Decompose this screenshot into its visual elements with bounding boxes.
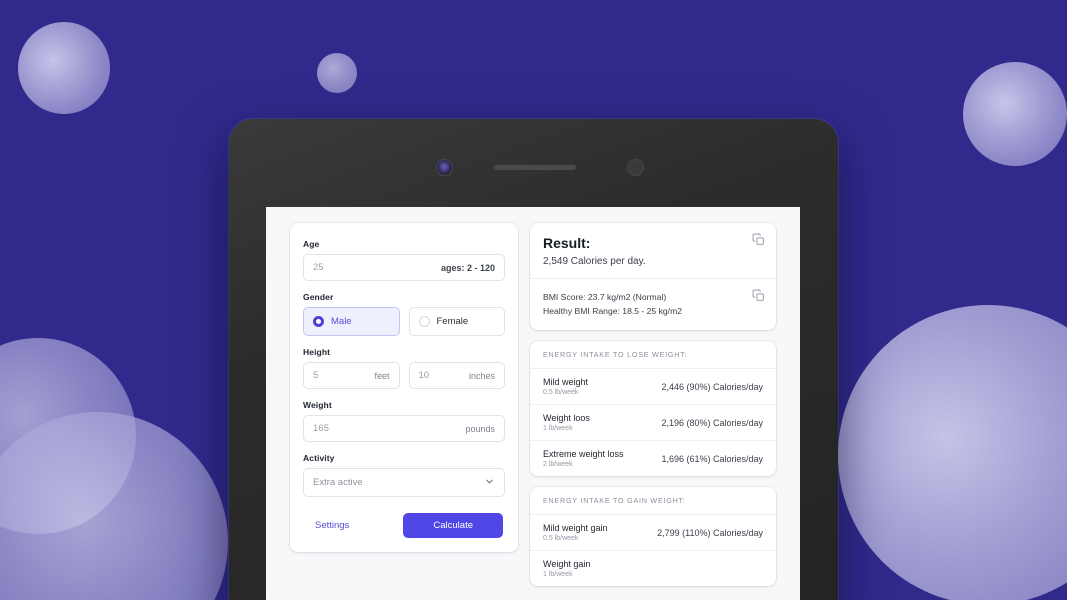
height-feet-value: 5 <box>313 370 319 381</box>
row-rate: 0.5 lb/week <box>543 389 579 397</box>
form-actions: Settings Calculate <box>303 513 505 538</box>
gender-label: Gender <box>303 292 334 302</box>
age-input[interactable]: 25 ages: 2 - 120 <box>303 254 505 281</box>
gender-field-group: Gender Male Female <box>303 292 505 336</box>
decorative-sphere <box>963 62 1067 166</box>
row-labels: Weight loos 1 lb/week <box>543 413 590 432</box>
gender-option-male[interactable]: Male <box>303 307 400 336</box>
weight-input[interactable]: 165 pounds <box>303 415 505 442</box>
table-row: Mild weight gain 0.5 lb/week 2,799 (110%… <box>530 515 776 552</box>
decorative-sphere <box>18 22 110 114</box>
result-bmi-block: BMI Score: 23.7 kg/m2 (Normal) Healthy B… <box>530 279 776 330</box>
table-row: Weight loos 1 lb/week 2,196 (80%) Calori… <box>530 405 776 442</box>
weight-value: 165 <box>313 423 329 434</box>
gender-option-female-label: Female <box>436 316 469 327</box>
calculate-button[interactable]: Calculate <box>403 513 503 538</box>
speaker-grille-icon <box>494 165 576 170</box>
calorie-calculator-app: Age 25 ages: 2 - 120 Gender Male Female … <box>266 207 800 600</box>
result-title: Result: <box>543 235 591 251</box>
input-form-column: Age 25 ages: 2 - 120 Gender Male Female … <box>290 223 518 600</box>
height-inches-value: 10 <box>418 370 430 381</box>
height-inputs-row: 5 feet 10 inches <box>303 362 505 389</box>
activity-select[interactable]: Extra active <box>303 468 505 497</box>
row-name: Weight gain <box>543 559 591 570</box>
row-labels: Mild weight 0.5 lb/week <box>543 377 588 396</box>
row-labels: Extreme weight loss 2 lb/week <box>543 449 624 468</box>
age-label: Age <box>303 239 320 249</box>
proximity-sensor-icon <box>628 160 643 175</box>
screenshot-stage: Age 25 ages: 2 - 120 Gender Male Female … <box>0 0 1067 600</box>
row-value: 2,799 (110%) Calories/day <box>657 527 763 538</box>
activity-label: Activity <box>303 453 335 463</box>
bmi-range: Healthy BMI Range: 18.5 - 25 kg/m2 <box>543 306 683 317</box>
results-column: Result: 2,549 Calories per day. BMI Scor… <box>530 223 776 600</box>
radio-selected-icon <box>313 316 324 327</box>
row-name: Mild weight gain <box>543 523 608 534</box>
height-field-group: Height 5 feet 10 inches <box>303 347 505 389</box>
radio-unselected-icon <box>418 316 430 327</box>
decorative-sphere <box>0 412 228 600</box>
row-name: Mild weight <box>543 377 589 388</box>
row-value: 2,196 (80%) Calories/day <box>661 417 763 428</box>
row-labels: Mild weight gain 0.5 lb/week <box>543 523 608 542</box>
chevron-down-icon <box>484 474 495 492</box>
age-field-group: Age 25 ages: 2 - 120 <box>303 239 505 281</box>
lose-weight-table-header: ENERGY INTAKE TO LOSE WEIGHT: <box>530 341 776 370</box>
row-rate: 1 lb/week <box>543 571 573 579</box>
table-row: Weight gain 1 lb/week <box>530 551 776 586</box>
decorative-sphere <box>0 338 136 534</box>
settings-button[interactable]: Settings <box>305 516 359 535</box>
height-label: Height <box>303 347 331 357</box>
row-name: Extreme weight loss <box>543 449 624 460</box>
height-feet-input[interactable]: 5 feet <box>303 362 400 389</box>
copy-icon[interactable] <box>752 233 765 246</box>
gain-weight-table-header: ENERGY INTAKE TO GAIN WEIGHT: <box>530 487 776 516</box>
weight-unit: pounds <box>465 423 495 434</box>
lose-weight-table: ENERGY INTAKE TO LOSE WEIGHT: Mild weigh… <box>530 341 776 477</box>
tablet-device-frame: Age 25 ages: 2 - 120 Gender Male Female … <box>229 119 838 600</box>
height-inches-input[interactable]: 10 inches <box>408 362 505 389</box>
result-card: Result: 2,549 Calories per day. BMI Scor… <box>530 223 776 331</box>
row-value: 2,446 (90%) Calories/day <box>661 381 763 392</box>
result-summary: Result: 2,549 Calories per day. <box>530 223 776 279</box>
row-rate: 2 lb/week <box>543 461 573 469</box>
height-inches-unit: inches <box>468 370 495 381</box>
device-screen: Age 25 ages: 2 - 120 Gender Male Female … <box>266 207 800 600</box>
weight-label: Weight <box>303 400 332 410</box>
result-calories: 2,549 Calories per day. <box>543 256 646 267</box>
row-rate: 0.5 lb/week <box>543 535 579 543</box>
gender-radio-group: Male Female <box>303 307 505 336</box>
decorative-sphere <box>317 53 357 93</box>
age-hint: ages: 2 - 120 <box>440 262 495 273</box>
device-top-bezel <box>229 119 838 207</box>
copy-icon[interactable] <box>752 289 765 302</box>
weight-field-group: Weight 165 pounds <box>303 400 505 442</box>
gain-weight-table: ENERGY INTAKE TO GAIN WEIGHT: Mild weigh… <box>530 487 776 587</box>
table-row: Extreme weight loss 2 lb/week 1,696 (61%… <box>530 441 776 476</box>
input-form-card: Age 25 ages: 2 - 120 Gender Male Female … <box>290 223 518 552</box>
row-name: Weight loos <box>543 413 590 424</box>
gender-option-female[interactable]: Female <box>408 307 505 336</box>
gender-option-male-label: Male <box>331 316 352 327</box>
row-labels: Weight gain 1 lb/week <box>543 559 590 578</box>
height-feet-unit: feet <box>374 370 390 381</box>
camera-icon <box>437 160 452 175</box>
bmi-score: BMI Score: 23.7 kg/m2 (Normal) <box>543 292 667 302</box>
activity-field-group: Activity Extra active <box>303 453 505 497</box>
row-rate: 1 lb/week <box>543 425 573 433</box>
table-row: Mild weight 0.5 lb/week 2,446 (90%) Calo… <box>530 369 776 406</box>
age-value: 25 <box>313 262 324 273</box>
activity-value: Extra active <box>313 477 363 488</box>
decorative-sphere <box>838 305 1067 600</box>
row-value: 1,696 (61%) Calories/day <box>661 453 763 464</box>
